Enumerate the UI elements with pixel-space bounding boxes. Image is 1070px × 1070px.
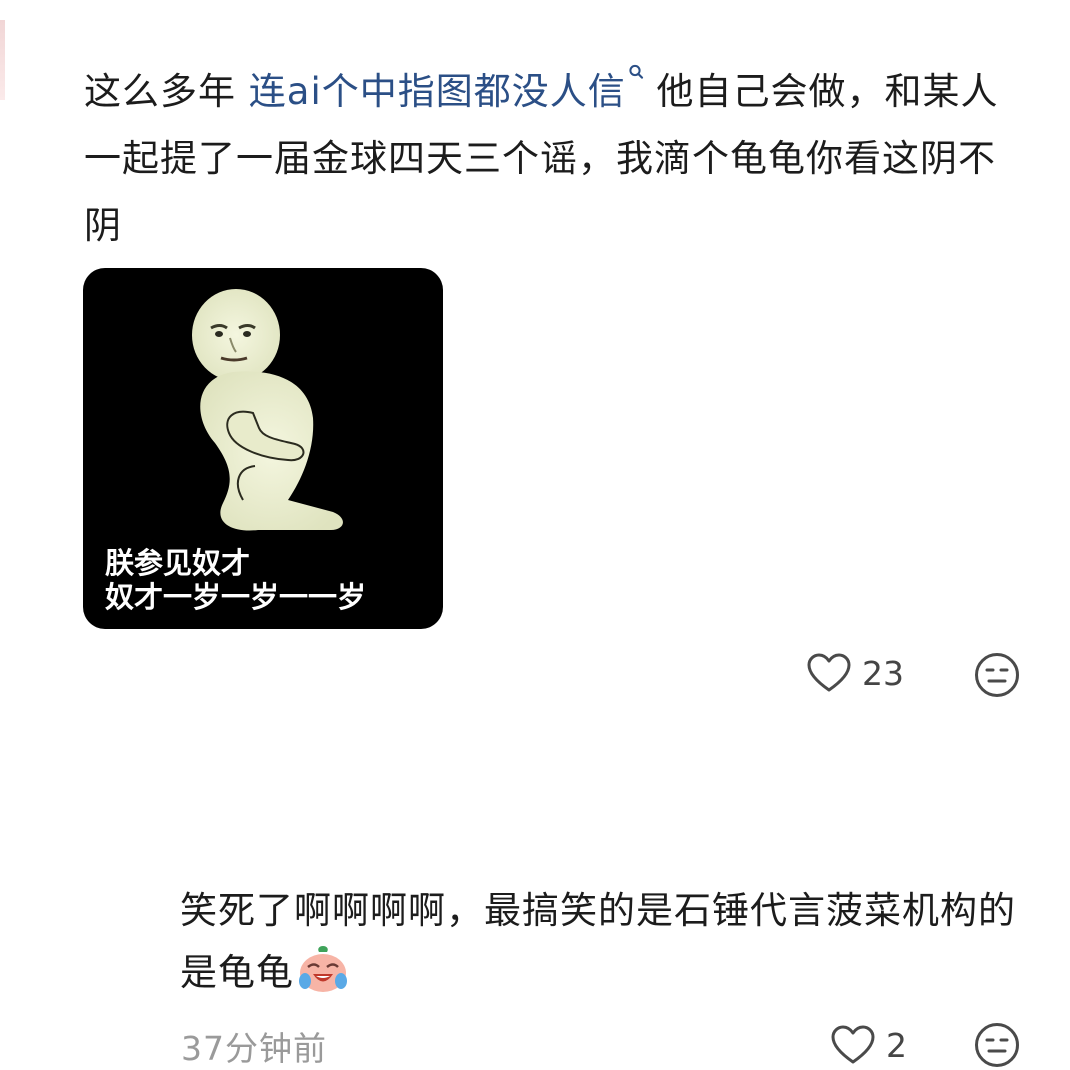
sticker-caption-line2: 奴才一岁一岁一一岁 <box>105 580 367 614</box>
reply-like-count: 2 <box>886 1025 907 1065</box>
sticker-caption: 朕参见奴才 奴才一岁一岁一一岁 <box>105 546 366 614</box>
reply-like-button[interactable]: 2 <box>830 1024 907 1066</box>
sticker-caption-line1: 朕参见奴才 <box>105 546 251 580</box>
comment-thread: 这么多年 连ai个中指图都没人信 他自己会做，和某人一起提了一届金球四天三个谣，… <box>0 0 1070 1070</box>
neutral-face-icon[interactable] <box>974 1022 1020 1068</box>
heart-outline-icon <box>831 1025 875 1064</box>
like-count: 23 <box>862 653 904 693</box>
edge-marker <box>0 20 5 100</box>
search-icon <box>628 64 644 80</box>
comment-text: 这么多年 连ai个中指图都没人信 他自己会做，和某人一起提了一届金球四天三个谣，… <box>84 58 1024 259</box>
reply-actions: 2 <box>830 1024 907 1066</box>
comment-text-before: 这么多年 <box>84 70 249 113</box>
heart-outline-icon <box>807 653 851 692</box>
reply-text: 笑死了啊啊啊啊，最搞笑的是石锤代言菠菜机构的是龟龟 <box>180 880 1030 1004</box>
reply-timestamp: 37分钟前 <box>181 1029 327 1068</box>
neutral-face-icon[interactable] <box>974 652 1020 698</box>
like-button[interactable]: 23 <box>806 652 904 694</box>
sticker-image[interactable]: 朕参见奴才 奴才一岁一岁一一岁 <box>83 268 443 629</box>
crying-laughing-emoji <box>299 946 347 992</box>
search-keyword-link[interactable]: 连ai个中指图都没人信 <box>248 64 644 113</box>
search-keyword-label: 连ai个中指图都没人信 <box>248 70 626 113</box>
comment-actions: 23 <box>806 652 904 694</box>
